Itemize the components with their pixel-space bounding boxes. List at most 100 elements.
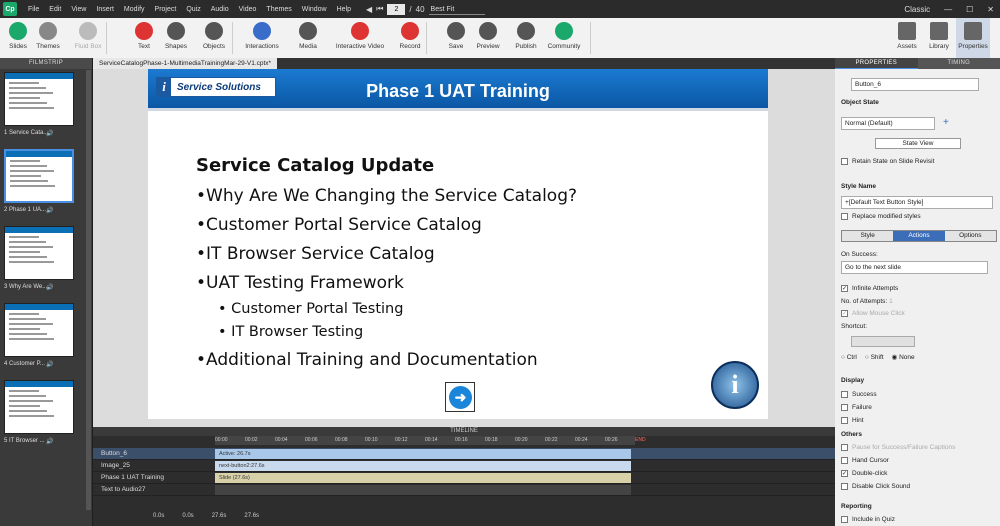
toolbar-preview-button[interactable]: Preview [470,18,506,58]
menu-item[interactable]: Audio [206,6,234,13]
menu-item[interactable]: Quiz [181,6,205,13]
display-checkbox[interactable]: Hint [841,417,864,424]
display-label: Display [841,377,865,384]
allow-mouse-checkbox[interactable]: ✓ Allow Mouse Click [841,310,905,317]
toolbar-media-button[interactable]: Media [290,18,326,58]
toolbar-label: Interactive Video [335,43,385,50]
toolbar-save-button[interactable]: Save [438,18,474,58]
subtab-actions[interactable]: Actions [893,231,945,241]
include-quiz-checkbox[interactable]: Include in Quiz [841,516,895,523]
toolbar-record-button[interactable]: Record [392,18,428,58]
thumb-line [10,185,55,187]
menu-item[interactable]: File [23,6,44,13]
others-checkbox[interactable]: Disable Click Sound [841,483,910,490]
menu-item[interactable]: Help [332,6,356,13]
slide-label[interactable]: 3 Why Are We... [4,284,47,290]
menu-item[interactable]: Insert [91,6,119,13]
menu-item[interactable]: Themes [261,6,296,13]
shortcut-label: Shortcut: [841,323,868,330]
first-slide-icon[interactable]: ⏮ [376,4,383,14]
toolbar-shapes-button[interactable]: Shapes [158,18,194,58]
modifier-radio[interactable]: ○ Shift [865,354,884,361]
toolbar-assets-button[interactable]: Assets [890,18,924,58]
tab-timing[interactable]: TIMING [918,58,1000,69]
slide-thumbnail[interactable] [4,72,74,126]
timeline-bar[interactable]: Slide (27.6s) [215,473,631,483]
next-button-selected[interactable]: ➜ [445,382,475,412]
slide-thumbnail[interactable] [4,226,74,280]
toolbar-interactive-video-button[interactable]: Interactive Video [330,18,390,58]
toolbar-properties-button[interactable]: Properties [956,18,990,58]
timeline-row[interactable]: Text to Audio27 [93,484,835,496]
timeline-ruler[interactable]: 00:00 00:02 00:04 00:06 00:08 00:10 00:12 00:14… [215,436,646,445]
toolbar-community-button[interactable]: Community [546,18,582,58]
menu-item[interactable]: Video [234,6,262,13]
slide-label[interactable]: 4 Customer P... [4,361,45,367]
info-seal-logo: i [711,361,759,409]
menu-item[interactable]: View [66,6,91,13]
workspace-select[interactable]: Classic [904,5,930,14]
minimize-icon[interactable]: — [944,5,952,14]
thumb-line [9,107,54,109]
others-checkbox[interactable]: Pause for Success/Failure Captions [841,444,955,451]
timeline-row[interactable]: Image_25 next-button2:27.6s [93,460,835,472]
modifier-radio[interactable]: ◉ None [892,354,915,361]
others-checkbox[interactable]: Hand Cursor [841,457,889,464]
display-checkbox[interactable]: Failure [841,404,872,411]
toolbar-library-button[interactable]: Library [922,18,956,58]
slide-label[interactable]: 5 IT Browser ... [4,438,45,444]
timeline-bar[interactable]: next-button2:27.6s [215,461,631,471]
close-icon[interactable]: ✕ [987,5,994,14]
subtab-style[interactable]: Style [842,231,894,241]
timeline-row[interactable]: Button_6 Active: 26.7s [93,448,835,460]
infinite-attempts-checkbox[interactable]: ✓ Infinite Attempts [841,285,898,292]
timeline-tick: 00:12 [395,437,408,443]
toolbar-text-button[interactable]: Text [126,18,162,58]
replace-styles-checkbox[interactable]: Replace modified styles [841,213,921,220]
menu-item[interactable]: Window [297,6,332,13]
subtab-options[interactable]: Options [944,231,996,241]
document-tab[interactable]: ServiceCatalogPhase-1-MultimediaTraining… [93,58,278,69]
shortcut-input[interactable] [851,336,915,347]
page-number-input[interactable]: 2 [387,3,406,15]
slide-thumbnail[interactable] [4,149,74,203]
on-success-select[interactable]: Go to the next slide [841,261,988,274]
toolbar-themes-button[interactable]: Themes [30,18,66,58]
modifier-radio[interactable]: ○ Ctrl [841,354,857,361]
menu-item[interactable]: Project [150,6,182,13]
toolbar-interactions-button[interactable]: Interactions [244,18,280,58]
slide-label[interactable]: 2 Phase 1 UA... [4,207,46,213]
slide-thumbnail[interactable] [4,380,74,434]
filmstrip-scrollbar[interactable] [86,70,91,510]
menu-item[interactable]: Modify [119,6,150,13]
state-view-button[interactable]: State View [875,138,961,149]
maximize-icon[interactable]: ☐ [966,5,973,14]
add-state-icon[interactable]: + [943,117,949,128]
timeline-bar[interactable] [215,485,631,495]
timeline-row[interactable]: Phase 1 UAT Training Slide (27.6s) [93,472,835,484]
zoom-select[interactable]: Best Fit [428,4,485,15]
modifier-radios[interactable]: ○ Ctrl ○ Shift ◉ None [841,353,923,361]
object-name-field[interactable]: Button_6 [851,78,979,91]
timeline-bar[interactable]: Active: 26.7s [215,449,631,459]
timeline-tick: 00:26 [605,437,618,443]
prev-slide-icon[interactable]: ◀ [366,5,372,14]
slide-thumbnail[interactable] [4,303,74,357]
thumb-line [9,246,53,248]
toolbar-objects-button[interactable]: Objects [196,18,232,58]
timeline-tick: 00:14 [425,437,438,443]
toolbar-label: Slides [9,43,27,50]
display-checkbox[interactable]: Success [841,391,877,398]
toolbar-fluid-box-button[interactable]: Fluid Box [70,18,106,58]
retain-state-checkbox[interactable]: Retain State on Slide Revisit [841,158,934,165]
slide-label[interactable]: 1 Service Cata... [4,130,48,136]
menu-item[interactable]: Edit [44,6,66,13]
toolbar-publish-button[interactable]: Publish [508,18,544,58]
slide-title[interactable]: Phase 1 UAT Training [148,81,768,102]
object-state-label: Object State [841,99,879,106]
state-select[interactable]: Normal (Default) [841,117,935,130]
others-checkbox[interactable]: ✓ Double-click [841,470,887,477]
slide-content[interactable]: Service Catalog Update •Why Are We Chang… [196,155,577,375]
style-select[interactable]: +[Default Text Button Style] [841,196,993,209]
tab-properties[interactable]: PROPERTIES [835,58,918,69]
